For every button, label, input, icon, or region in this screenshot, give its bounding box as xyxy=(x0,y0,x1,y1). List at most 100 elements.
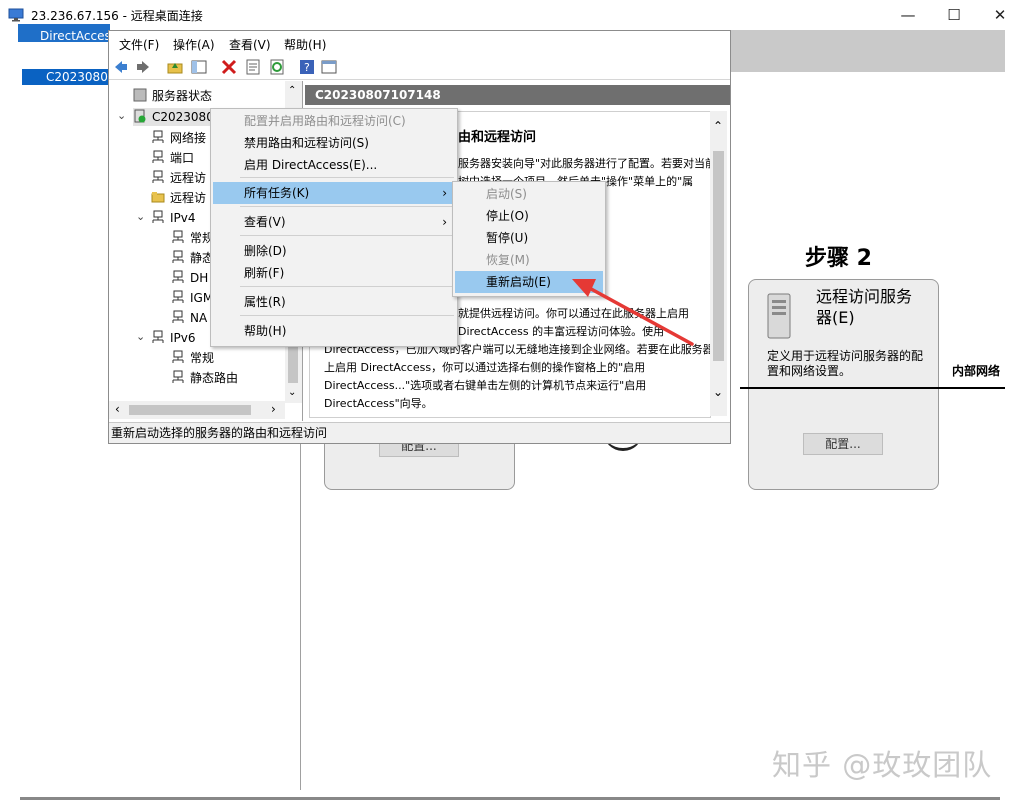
details-vertical-scrollbar[interactable]: ⌃ ⌄ xyxy=(710,111,727,416)
context-menu-item[interactable]: 刷新(F) xyxy=(213,262,455,284)
maximize-button[interactable]: ☐ xyxy=(931,0,977,30)
tree-item[interactable]: 常规 xyxy=(171,349,214,367)
tree-item[interactable]: 静态路由 xyxy=(171,369,238,387)
menu-item-label: 删除(D) xyxy=(244,244,287,258)
close-button[interactable]: ✕ xyxy=(977,0,1023,30)
details-header: C20230807107148 xyxy=(305,85,730,105)
tree-item-label: 网络接 xyxy=(170,131,207,145)
tree-horizontal-scrollbar[interactable]: ‹ › xyxy=(109,401,285,419)
network-node-icon xyxy=(172,270,184,283)
tree-item[interactable]: IPv4 xyxy=(151,209,196,227)
refresh-icon[interactable] xyxy=(269,59,285,75)
rdp-titlebar: 23.236.67.156 - 远程桌面连接 — ☐ ✕ xyxy=(0,0,1023,30)
scroll-thumb[interactable] xyxy=(713,151,724,361)
menu-separator xyxy=(240,235,454,236)
scroll-up-icon[interactable]: ⌃ xyxy=(288,85,296,96)
context-menu-item: 配置并启用路由和远程访问(C) xyxy=(213,110,455,132)
submenu-item[interactable]: 暂停(U) xyxy=(455,227,603,249)
network-node-icon xyxy=(172,350,184,363)
forward-icon[interactable] xyxy=(135,59,151,75)
tree-item-label: 静态路由 xyxy=(190,371,239,385)
menu-separator xyxy=(240,286,454,287)
show-hide-tree-icon[interactable] xyxy=(191,59,207,75)
tree-item-label: NA xyxy=(190,311,208,325)
menu-item-label: 启动(S) xyxy=(486,187,527,201)
context-menu-item[interactable]: 属性(R) xyxy=(213,291,455,313)
context-menu-item[interactable]: 帮助(H) xyxy=(213,320,455,342)
menu-file[interactable]: 文件(F) xyxy=(119,36,159,53)
tree-item[interactable]: 远程访 xyxy=(151,169,206,187)
tree-item-server[interactable]: C2023080 xyxy=(133,108,218,126)
tree-item[interactable]: 常规 xyxy=(171,229,214,247)
tree-item[interactable]: DH xyxy=(171,269,208,287)
menu-item-label: 停止(O) xyxy=(486,209,529,223)
network-node-icon xyxy=(152,150,164,163)
tree-item-label: IPv6 xyxy=(170,331,196,345)
tree-item[interactable]: IPv6 xyxy=(151,329,196,347)
context-menu-item[interactable]: 删除(D) xyxy=(213,240,455,262)
submenu-item[interactable]: 停止(O) xyxy=(455,205,603,227)
configure-right-button[interactable]: 配置... xyxy=(803,433,883,455)
annotation-arrow-icon xyxy=(572,279,694,346)
network-node-icon xyxy=(152,210,164,223)
remote-access-server-desc: 定义用于远程访问服务器的配置和网络设置。 xyxy=(767,349,924,378)
details-line: DirectAccess..."选项或者右键单击左侧的计算机节点来运行"启用 xyxy=(324,379,647,392)
tree-item-label: 常规 xyxy=(190,351,215,365)
back-icon[interactable] xyxy=(113,59,129,75)
context-menu-item[interactable]: 启用 DirectAccess(E)... xyxy=(213,154,455,176)
context-menu: 配置并启用路由和远程访问(C) 禁用路由和远程访问(S) 启用 DirectAcce… xyxy=(210,108,458,347)
scroll-left-icon[interactable]: ‹ xyxy=(115,402,120,416)
delete-icon[interactable] xyxy=(221,59,237,75)
tree-item[interactable]: 远程访 xyxy=(151,189,206,207)
chevron-down-icon[interactable]: ⌄ xyxy=(117,109,126,122)
menu-action[interactable]: 操作(A) xyxy=(173,36,215,53)
menu-item-label: 帮助(H) xyxy=(244,324,287,338)
tree-item[interactable]: 静态 xyxy=(171,249,214,267)
hscroll-thumb[interactable] xyxy=(129,405,251,415)
network-node-icon xyxy=(152,170,164,183)
submenu-item: 恢复(M) xyxy=(455,249,603,271)
scroll-right-icon[interactable]: › xyxy=(271,402,276,416)
network-line xyxy=(740,387,1005,389)
menu-item-label: 启用 DirectAccess(E)... xyxy=(244,158,378,172)
context-menu-item[interactable]: 禁用路由和远程访问(S) xyxy=(213,132,455,154)
up-folder-icon[interactable] xyxy=(167,59,183,75)
server-icon xyxy=(767,293,791,339)
scroll-up-icon[interactable]: ⌃ xyxy=(713,119,723,133)
background-horizontal-scrollbar[interactable] xyxy=(20,797,1000,800)
tree-item[interactable]: 网络接 xyxy=(151,129,206,147)
network-node-icon xyxy=(172,250,184,263)
scroll-down-icon[interactable]: ⌄ xyxy=(288,387,296,398)
help-icon[interactable]: ? xyxy=(299,59,315,75)
tree-item[interactable]: 端口 xyxy=(151,149,194,167)
menu-separator xyxy=(240,315,454,316)
menubar: 文件(F) 操作(A) 查看(V) 帮助(H) xyxy=(109,31,730,55)
status-bar: 重新启动选择的服务器的路由和远程访问 xyxy=(109,422,730,443)
menu-item-label: 重新启动(E) xyxy=(486,275,551,289)
tree-item-label: DH xyxy=(190,271,209,285)
network-node-icon xyxy=(172,370,184,383)
tree-item[interactable]: IGM xyxy=(171,289,213,307)
network-node-icon xyxy=(172,310,184,323)
context-menu-item[interactable]: 查看(V) › xyxy=(213,211,455,233)
background-right-edge xyxy=(1005,30,1023,790)
svg-text:?: ? xyxy=(304,61,310,74)
tree-item-server-status[interactable]: 服务器状态 xyxy=(133,87,212,105)
context-menu-item[interactable]: 所有任务(K) › xyxy=(213,182,455,204)
chevron-down-icon[interactable]: ⌄ xyxy=(136,210,145,223)
background-tree-selected-node[interactable]: C20230807 xyxy=(22,69,115,85)
minimize-button[interactable]: — xyxy=(885,0,931,30)
submenu-item: 启动(S) xyxy=(455,183,603,205)
window-title: 23.236.67.156 - 远程桌面连接 xyxy=(31,9,203,23)
console-icon[interactable] xyxy=(321,59,337,75)
menu-item-label: 禁用路由和远程访问(S) xyxy=(244,136,369,150)
tree-item[interactable]: NA xyxy=(171,309,207,327)
watermark-text: 知乎 @玫玫团队 xyxy=(772,748,993,782)
details-line: 服务器安装向导"对此服务器进行了配置。若要对当前 xyxy=(458,157,711,170)
properties-icon[interactable] xyxy=(245,59,261,75)
chevron-down-icon[interactable]: ⌄ xyxy=(136,330,145,343)
scroll-down-icon[interactable]: ⌄ xyxy=(713,385,723,399)
menu-view[interactable]: 查看(V) xyxy=(229,36,271,53)
menu-separator xyxy=(240,177,454,178)
menu-help[interactable]: 帮助(H) xyxy=(284,36,326,53)
